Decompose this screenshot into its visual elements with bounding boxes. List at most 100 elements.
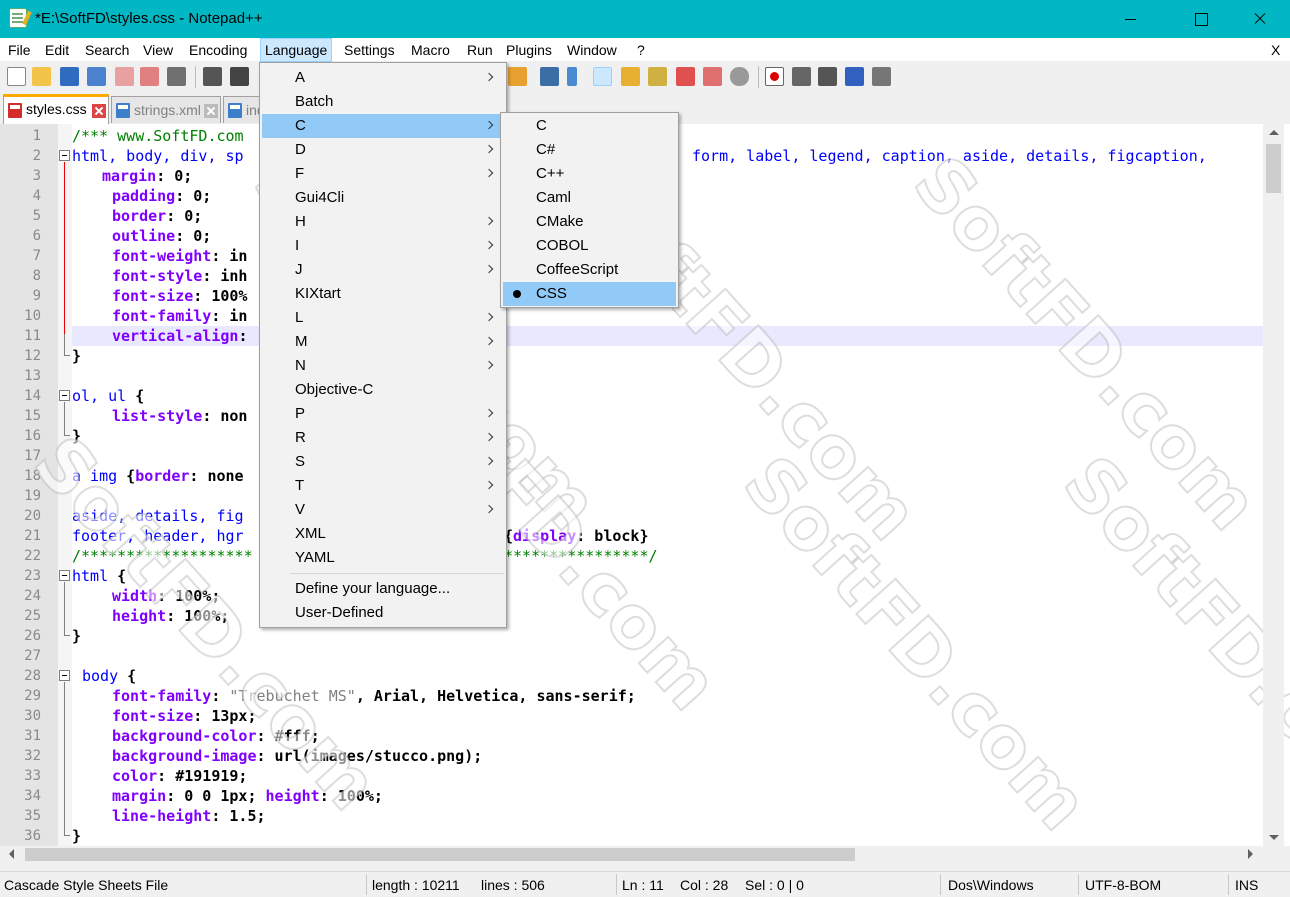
language-item-f[interactable]: F — [262, 162, 504, 186]
menu-file[interactable]: File — [4, 38, 35, 62]
horizontal-scroll-thumb[interactable] — [25, 848, 855, 861]
menu-plugins[interactable]: Plugins — [502, 38, 556, 62]
menu-window[interactable]: Window — [563, 38, 621, 62]
cut-icon[interactable] — [203, 67, 222, 86]
save-macro-icon[interactable] — [872, 67, 891, 86]
menu-settings[interactable]: Settings — [340, 38, 399, 62]
status-eol-format[interactable]: Dos\Windows — [948, 877, 1034, 893]
tab-index[interactable]: ind — [223, 96, 263, 123]
close-all-icon[interactable] — [140, 67, 159, 86]
define-your-language-item[interactable]: Define your language... — [262, 577, 504, 601]
language-item-t[interactable]: T — [262, 474, 504, 498]
close-file-icon[interactable] — [115, 67, 134, 86]
print-icon[interactable] — [167, 67, 186, 86]
fold-margin[interactable] — [58, 124, 72, 846]
language-item-c[interactable]: C — [262, 114, 504, 138]
sync-scroll-icon[interactable] — [508, 67, 527, 86]
close-button[interactable] — [1236, 0, 1282, 38]
language-item-batch[interactable]: Batch — [262, 90, 504, 114]
menu-run[interactable]: Run — [463, 38, 497, 62]
language-caml[interactable]: Caml — [503, 186, 676, 210]
vertical-scrollbar[interactable] — [1263, 124, 1284, 846]
playback-macro-icon[interactable] — [818, 67, 837, 86]
submenu-arrow-icon — [484, 432, 494, 442]
tab-close-icon[interactable] — [92, 104, 106, 118]
submenu-arrow-icon — [484, 72, 494, 82]
language-item-j[interactable]: J — [262, 258, 504, 282]
code-line: margin: 0; — [102, 167, 193, 185]
stop-recording-icon[interactable] — [792, 67, 811, 86]
open-file-icon[interactable] — [32, 67, 51, 86]
language-item-gui4cli[interactable]: Gui4Cli — [262, 186, 504, 210]
language-item-l[interactable]: L — [262, 306, 504, 330]
language-item-h[interactable]: H — [262, 210, 504, 234]
code-line: line-height: 1.5; — [112, 807, 266, 825]
language-cobol[interactable]: COBOL — [503, 234, 676, 258]
language-cmake[interactable]: CMake — [503, 210, 676, 234]
language-item-yaml[interactable]: YAML — [262, 546, 504, 570]
save-all-icon[interactable] — [87, 67, 106, 86]
notepad-app-icon[interactable] — [9, 8, 27, 28]
language-item-n[interactable]: N — [262, 354, 504, 378]
fold-toggle-icon[interactable] — [59, 150, 70, 161]
language-coffeescript[interactable]: CoffeeScript — [503, 258, 676, 282]
menu-macro[interactable]: Macro — [407, 38, 454, 62]
language-item-xml[interactable]: XML — [262, 522, 504, 546]
user-defined-language-item[interactable]: User-Defined — [262, 601, 504, 625]
close-document-button[interactable]: X — [1271, 38, 1280, 62]
language-item-kixtart[interactable]: KIXtart — [262, 282, 504, 306]
line-number: 26 — [24, 628, 41, 644]
tab-close-icon[interactable] — [204, 104, 218, 118]
scroll-down-icon[interactable] — [1263, 829, 1284, 846]
language-c[interactable]: C — [503, 114, 676, 138]
new-file-icon[interactable] — [7, 67, 26, 86]
user-defined-dialog-icon[interactable] — [621, 67, 640, 86]
line-number: 33 — [24, 768, 41, 784]
tab-strings-xml[interactable]: strings.xml — [111, 96, 221, 123]
save-icon[interactable] — [60, 67, 79, 86]
scroll-right-icon[interactable] — [1242, 846, 1259, 863]
language-item-v[interactable]: V — [262, 498, 504, 522]
fold-toggle-icon[interactable] — [59, 670, 70, 681]
scroll-left-icon[interactable] — [4, 846, 21, 863]
fold-toggle-icon[interactable] — [59, 390, 70, 401]
language-item-objective-c[interactable]: Objective-C — [262, 378, 504, 402]
language-item-a[interactable]: A — [262, 66, 504, 90]
word-wrap-icon[interactable] — [540, 67, 559, 86]
language-item-s[interactable]: S — [262, 450, 504, 474]
language-item-p[interactable]: P — [262, 402, 504, 426]
function-list-icon[interactable] — [676, 67, 695, 86]
menu-search[interactable]: Search — [81, 38, 133, 62]
language-cpp[interactable]: C++ — [503, 162, 676, 186]
show-all-characters-icon[interactable] — [567, 67, 577, 86]
status-insert-mode[interactable]: INS — [1235, 877, 1258, 893]
language-csharp[interactable]: C# — [503, 138, 676, 162]
minimize-button[interactable] — [1107, 0, 1153, 38]
language-item-r[interactable]: R — [262, 426, 504, 450]
monitoring-icon[interactable] — [730, 67, 749, 86]
copy-icon[interactable] — [230, 67, 249, 86]
horizontal-scrollbar[interactable] — [0, 846, 1263, 863]
status-encoding[interactable]: UTF-8-BOM — [1085, 877, 1161, 893]
menu-encoding[interactable]: Encoding — [185, 38, 251, 62]
menu-edit[interactable]: Edit — [41, 38, 73, 62]
tab-styles-css[interactable]: styles.css — [3, 94, 109, 124]
document-map-icon[interactable] — [648, 67, 667, 86]
menu-help[interactable]: ? — [633, 38, 649, 62]
record-macro-icon[interactable] — [765, 67, 784, 86]
vertical-scroll-thumb[interactable] — [1266, 144, 1281, 193]
maximize-button[interactable] — [1177, 0, 1223, 38]
menu-language[interactable]: Language — [260, 38, 333, 62]
language-item-d[interactable]: D — [262, 138, 504, 162]
language-css[interactable]: CSS — [503, 282, 676, 306]
menu-view[interactable]: View — [139, 38, 177, 62]
folder-as-workspace-icon[interactable] — [703, 67, 722, 86]
fold-toggle-icon[interactable] — [59, 570, 70, 581]
language-item-i[interactable]: I — [262, 234, 504, 258]
scroll-up-icon[interactable] — [1263, 124, 1284, 141]
line-number: 35 — [24, 808, 41, 824]
indent-guide-icon[interactable] — [593, 67, 612, 86]
status-length: length : 10211 — [372, 877, 460, 893]
language-item-m[interactable]: M — [262, 330, 504, 354]
run-macro-multiple-icon[interactable] — [845, 67, 864, 86]
